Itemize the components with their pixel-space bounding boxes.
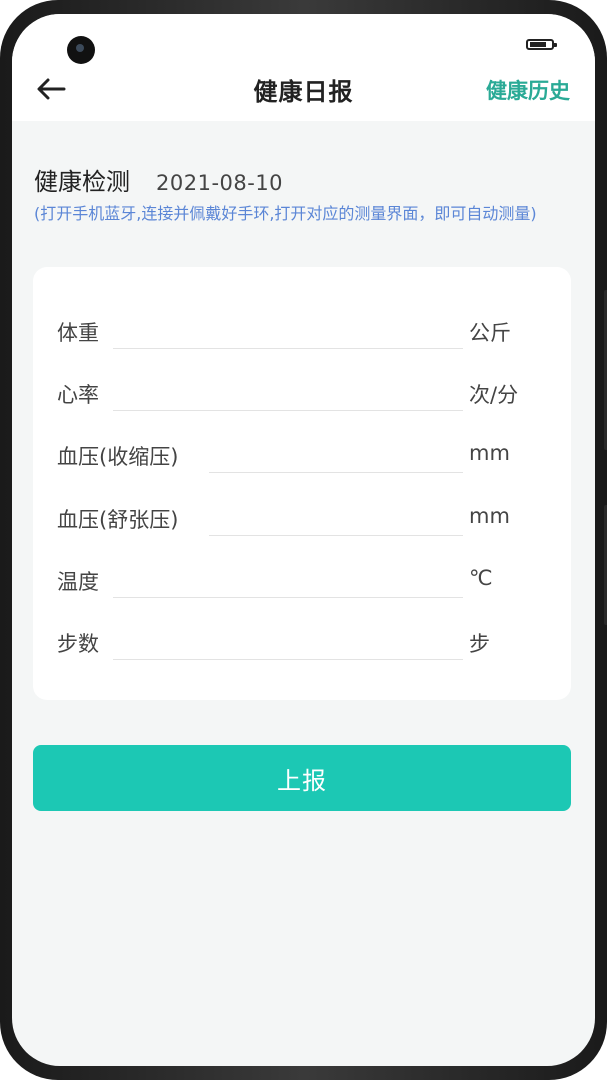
form-row-diastolic: 血压(舒张压) mm — [33, 498, 571, 538]
temperature-unit: ℃ — [469, 566, 493, 590]
section-header: 健康检测 2021-08-10 — [34, 162, 283, 197]
top-bar: 健康日报 健康历史 — [12, 14, 595, 121]
heart-rate-input[interactable] — [113, 373, 463, 411]
weight-input[interactable] — [113, 311, 463, 349]
steps-unit: 步 — [469, 632, 490, 656]
measurement-form: 体重 公斤 心率 次/分 血压(收缩压) mm 血压(舒张压) mm 温度 ℃ … — [33, 267, 571, 700]
app-screen: 健康日报 健康历史 健康检测 2021-08-10 (打开手机蓝牙,连接并佩戴好… — [12, 14, 595, 1066]
health-history-link[interactable]: 健康历史 — [486, 75, 570, 105]
systolic-label: 血压(收缩压) — [57, 445, 179, 469]
submit-button[interactable]: 上报 — [33, 745, 571, 811]
form-row-systolic: 血压(收缩压) mm — [33, 435, 571, 475]
weight-label: 体重 — [57, 321, 99, 345]
heart-rate-unit: 次/分 — [469, 383, 519, 407]
form-row-temperature: 温度 ℃ — [33, 560, 571, 600]
steps-label: 步数 — [57, 632, 99, 656]
diastolic-input[interactable] — [209, 498, 463, 536]
battery-icon — [526, 39, 557, 50]
instruction-hint: (打开手机蓝牙,连接并佩戴好手环,打开对应的测量界面，即可自动测量) — [34, 204, 537, 223]
steps-input[interactable] — [113, 622, 463, 660]
systolic-input[interactable] — [209, 435, 463, 473]
section-title: 健康检测 — [34, 168, 130, 196]
section-date: 2021-08-10 — [156, 171, 284, 195]
phone-frame: 健康日报 健康历史 健康检测 2021-08-10 (打开手机蓝牙,连接并佩戴好… — [0, 0, 607, 1080]
form-row-weight: 体重 公斤 — [33, 311, 571, 351]
heart-rate-label: 心率 — [57, 383, 99, 407]
temperature-label: 温度 — [57, 570, 99, 594]
diastolic-unit: mm — [469, 504, 510, 528]
diastolic-label: 血压(舒张压) — [57, 508, 179, 532]
front-camera — [67, 36, 95, 64]
systolic-unit: mm — [469, 441, 510, 465]
temperature-input[interactable] — [113, 560, 463, 598]
form-row-heart-rate: 心率 次/分 — [33, 373, 571, 413]
form-row-steps: 步数 步 — [33, 622, 571, 662]
weight-unit: 公斤 — [469, 321, 511, 345]
